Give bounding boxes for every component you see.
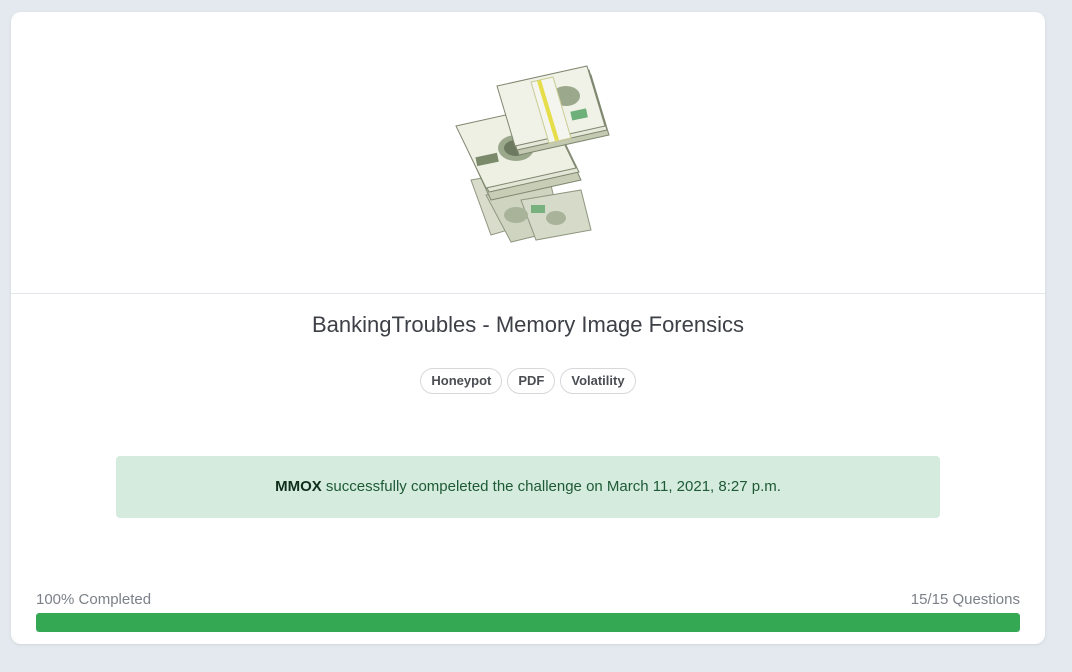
- tag-honeypot[interactable]: Honeypot: [420, 368, 503, 394]
- money-stack-icon: [455, 65, 610, 243]
- challenge-title: BankingTroubles - Memory Image Forensics: [311, 312, 744, 337]
- tag-volatility[interactable]: Volatility: [560, 368, 636, 394]
- tag-pdf[interactable]: PDF: [507, 368, 556, 394]
- completion-message: successfully compeleted the challenge on…: [325, 478, 781, 495]
- challenge-card: BankingTroubles - Memory Image Forensics…: [11, 12, 1045, 644]
- progress-questions-label: 15/15 Questions: [910, 591, 1020, 608]
- tag-list: Honeypot PDF Volatility: [11, 368, 1045, 394]
- top-stack: [496, 65, 610, 156]
- progress-completed-label: 100% Completed: [36, 591, 152, 608]
- challenge-image-area: [11, 12, 1045, 294]
- progress-bar: [36, 613, 1020, 632]
- completion-alert: MMOX successfully compeleted the challen…: [116, 456, 940, 518]
- progress-bar-fill: [36, 613, 1020, 632]
- completion-user: MMOX: [275, 478, 322, 495]
